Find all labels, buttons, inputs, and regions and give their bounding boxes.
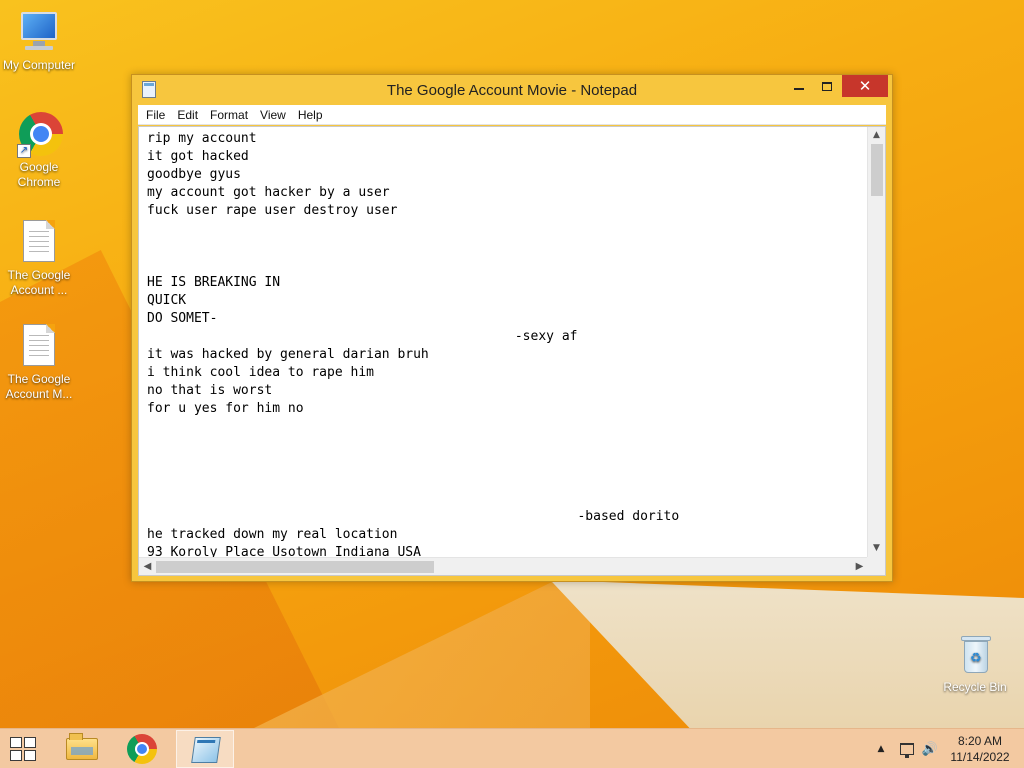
desktop-icon-label: Account M...: [5, 387, 73, 401]
desktop-icon-label: Google: [19, 160, 59, 174]
minimize-button[interactable]: [786, 75, 812, 97]
scroll-up-arrow-icon[interactable]: ▲: [868, 127, 885, 144]
close-icon: ✕: [858, 77, 872, 95]
chrome-icon: [127, 734, 157, 764]
notepad-icon: [191, 737, 221, 763]
scroll-down-arrow-icon[interactable]: ▼: [868, 540, 885, 557]
system-clock[interactable]: 8:20 AM 11/14/2022: [944, 733, 1016, 765]
title-bar[interactable]: The Google Account Movie - Notepad: [132, 75, 892, 105]
clock-date: 11/14/2022: [950, 750, 1010, 764]
chrome-icon: ↗: [15, 110, 63, 158]
desktop-icon-google-chrome[interactable]: ↗ Google Chrome: [0, 110, 78, 190]
minimize-icon: [794, 88, 804, 90]
notepad-icon[interactable]: [142, 81, 156, 98]
menu-format[interactable]: Format: [204, 108, 254, 122]
menu-bar: File Edit Format View Help: [138, 105, 886, 125]
menu-file[interactable]: File: [140, 108, 171, 122]
desktop-icon-label: Recycle Bin: [943, 680, 1007, 694]
menu-view[interactable]: View: [254, 108, 292, 122]
file-explorer-icon: [66, 733, 98, 760]
clock-time: 8:20 AM: [957, 734, 1003, 748]
window-title: The Google Account Movie - Notepad: [386, 81, 638, 99]
desktop-icon-label: The Google: [7, 372, 71, 386]
start-button[interactable]: [10, 737, 38, 761]
text-file-icon: [15, 322, 63, 370]
recycle-bin-icon: [951, 630, 999, 678]
notepad-window: The Google Account Movie - Notepad ✕ Fil…: [131, 74, 893, 582]
desktop-icon-label: Account ...: [10, 283, 68, 297]
horizontal-scroll-thumb[interactable]: [156, 561, 434, 573]
show-hidden-icons-button[interactable]: ▲: [874, 729, 888, 768]
maximize-button[interactable]: [814, 75, 840, 97]
desktop-icon-my-computer[interactable]: My Computer: [0, 8, 78, 73]
menu-edit[interactable]: Edit: [171, 108, 204, 122]
desktop-icon-text-file-2[interactable]: The Google Account M...: [0, 322, 78, 402]
size-grip[interactable]: [867, 557, 885, 575]
maximize-icon: [822, 81, 832, 91]
speaker-icon: 🔊: [921, 741, 939, 757]
text-file-icon: [15, 218, 63, 266]
vertical-scrollbar[interactable]: ▲ ▼: [867, 127, 885, 557]
computer-icon: [15, 8, 63, 56]
close-button[interactable]: ✕: [842, 75, 888, 97]
desktop-icon-recycle-bin[interactable]: Recycle Bin: [936, 630, 1014, 695]
taskbar-chrome[interactable]: [114, 730, 172, 768]
taskbar: ▲ 🔊 8:20 AM 11/14/2022: [0, 728, 1024, 768]
volume-button[interactable]: 🔊: [920, 729, 940, 768]
network-icon: [900, 743, 914, 758]
horizontal-scrollbar[interactable]: ◀ ▶: [139, 557, 868, 575]
desktop: My Computer ↗ Google Chrome The Google A…: [0, 0, 1024, 728]
desktop-icon-text-file-1[interactable]: The Google Account ...: [0, 218, 78, 298]
text-editor[interactable]: rip my account it got hacked goodbye gyu…: [139, 127, 868, 557]
shortcut-arrow-icon: ↗: [17, 144, 31, 158]
windows-logo-icon: [10, 737, 22, 748]
network-button[interactable]: [898, 729, 916, 768]
taskbar-notepad[interactable]: [176, 730, 234, 768]
scroll-right-arrow-icon[interactable]: ▶: [851, 558, 868, 575]
desktop-icon-label: The Google: [7, 268, 71, 282]
desktop-icon-label: My Computer: [2, 58, 76, 72]
editor-frame: rip my account it got hacked goodbye gyu…: [138, 126, 886, 576]
menu-help[interactable]: Help: [292, 108, 329, 122]
taskbar-file-explorer[interactable]: [52, 730, 110, 768]
vertical-scroll-thumb[interactable]: [871, 144, 883, 196]
scroll-left-arrow-icon[interactable]: ◀: [139, 558, 156, 575]
chevron-up-icon: ▲: [877, 744, 885, 754]
desktop-icon-label: Chrome: [17, 175, 61, 189]
